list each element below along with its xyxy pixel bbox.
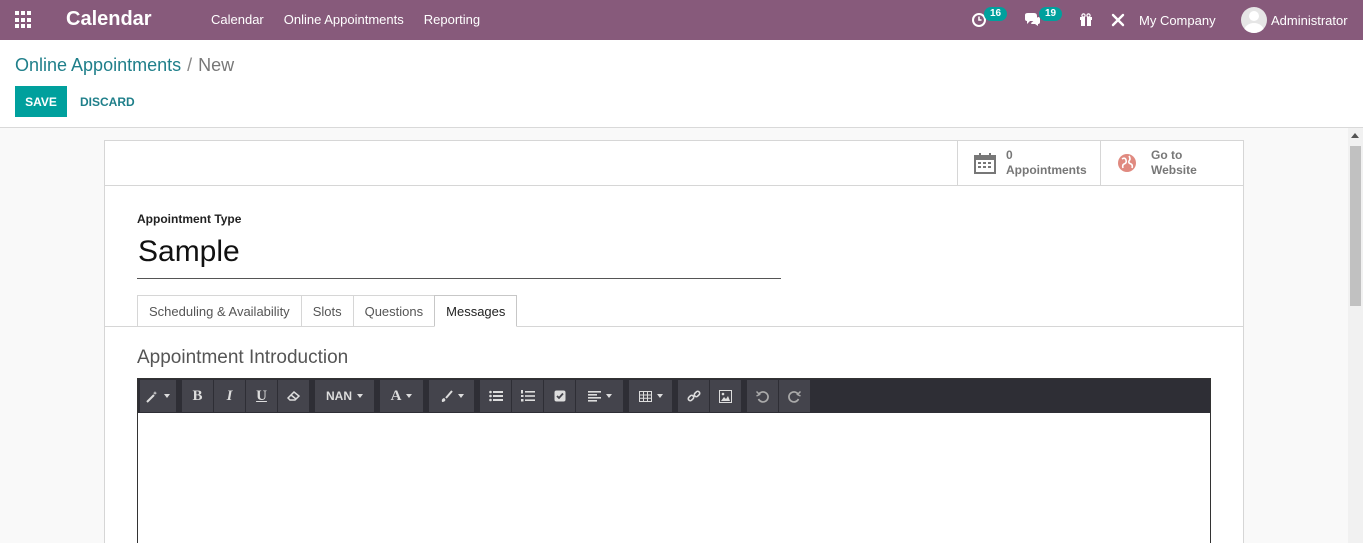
globe-icon [1118,154,1136,172]
appointments-count: 0 [1006,148,1013,162]
font-size-dropdown[interactable]: NAN [315,380,375,412]
messaging-menu[interactable]: 19 [1023,0,1079,40]
list-ol-icon [520,390,535,402]
scroll-up-arrow-icon[interactable] [1351,133,1359,138]
html-editor: B I U NAN A [137,378,1211,543]
avatar [1241,7,1267,33]
redo-button[interactable] [779,380,811,412]
gift-button[interactable] [1079,0,1111,40]
breadcrumb-current: New [198,55,235,75]
debug-tools-button[interactable] [1111,0,1139,40]
italic-button[interactable]: I [214,380,246,412]
go-to-website-line1: Go to [1151,148,1183,162]
tab-messages[interactable]: Messages [434,295,518,327]
top-navbar: Calendar Calendar Online Appointments Re… [0,0,1363,40]
menu-online-appointments[interactable]: Online Appointments [274,0,414,40]
unordered-list-button[interactable] [480,380,512,412]
magic-wand-icon [146,390,158,403]
go-to-website-button[interactable]: Go to Website [1100,141,1243,185]
form-sheet: 0 Appointments Go to Website Appointment… [104,140,1244,543]
image-icon [719,389,732,403]
menu-calendar[interactable]: Calendar [201,0,274,40]
list-ul-icon [488,390,503,402]
insert-link-button[interactable] [678,380,710,412]
paragraph-align-dropdown[interactable] [576,380,624,412]
checkbox-icon [554,390,565,402]
appointment-name-input[interactable]: Sample [137,232,781,279]
calendar-icon [974,153,996,174]
button-box: 0 Appointments Go to Website [957,141,1243,185]
redo-icon [788,390,801,403]
table-icon [638,390,652,402]
main-menu: Calendar Online Appointments Reporting [201,0,490,40]
editor-content-area[interactable] [138,413,1210,543]
breadcrumb-parent[interactable]: Online Appointments [15,55,181,75]
discard-button[interactable]: DISCARD [74,86,141,117]
gift-icon [1080,13,1092,26]
underline-button[interactable]: U [246,380,278,412]
company-switcher[interactable]: My Company [1139,0,1241,40]
editor-toolbar: B I U NAN A [138,379,1210,413]
scroll-thumb[interactable] [1350,146,1361,306]
appointment-type-label: Appointment Type [137,212,242,226]
company-name: My Company [1139,12,1216,28]
save-button[interactable]: SAVE [15,86,67,117]
undo-button[interactable] [747,380,779,412]
ordered-list-button[interactable] [512,380,544,412]
checklist-button[interactable] [544,380,576,412]
undo-icon [756,390,769,403]
link-icon [686,390,701,402]
style-dropdown[interactable] [140,380,177,412]
section-title: Appointment Introduction [137,347,349,368]
font-size-label: NAN [326,389,352,403]
appointments-stat-text: 0 Appointments [1006,148,1087,178]
bold-button[interactable]: B [182,380,214,412]
font-color-label: A [390,387,402,404]
activity-menu[interactable]: 16 [971,0,1023,40]
tab-scheduling-availability[interactable]: Scheduling & Availability [137,295,301,327]
clear-format-button[interactable] [278,380,310,412]
eraser-icon [286,390,300,401]
sheet-divider [105,185,1243,186]
scrollbar[interactable] [1348,128,1363,543]
systray: 16 19 My Company Administrator [971,0,1363,40]
menu-reporting[interactable]: Reporting [414,0,490,40]
app-brand: Calendar [66,8,152,30]
tools-icon [1111,13,1125,27]
appointments-label: Appointments [1006,163,1087,177]
paintbrush-icon [441,389,453,402]
insert-media-button[interactable] [710,380,742,412]
font-color-dropdown[interactable]: A [380,380,424,412]
go-to-website-text: Go to Website [1151,148,1197,178]
control-panel: Online Appointments / New SAVE DISCARD [0,40,1363,128]
go-to-website-line2: Website [1151,163,1197,177]
user-name: Administrator [1271,12,1348,28]
tab-slots[interactable]: Slots [300,295,353,327]
messages-badge: 19 [1039,7,1063,21]
appointments-stat-button[interactable]: 0 Appointments [957,141,1100,185]
activity-badge: 16 [984,7,1008,21]
insert-table-dropdown[interactable] [629,380,673,412]
background-color-dropdown[interactable] [429,380,475,412]
user-menu[interactable]: Administrator [1241,0,1363,40]
notebook-tabs: Scheduling & Availability Slots Question… [137,295,518,327]
breadcrumb-separator: / [187,55,193,75]
align-left-icon [587,390,601,402]
tab-questions[interactable]: Questions [352,295,435,327]
breadcrumb: Online Appointments / New [15,54,234,76]
apps-menu-icon[interactable] [15,11,33,29]
